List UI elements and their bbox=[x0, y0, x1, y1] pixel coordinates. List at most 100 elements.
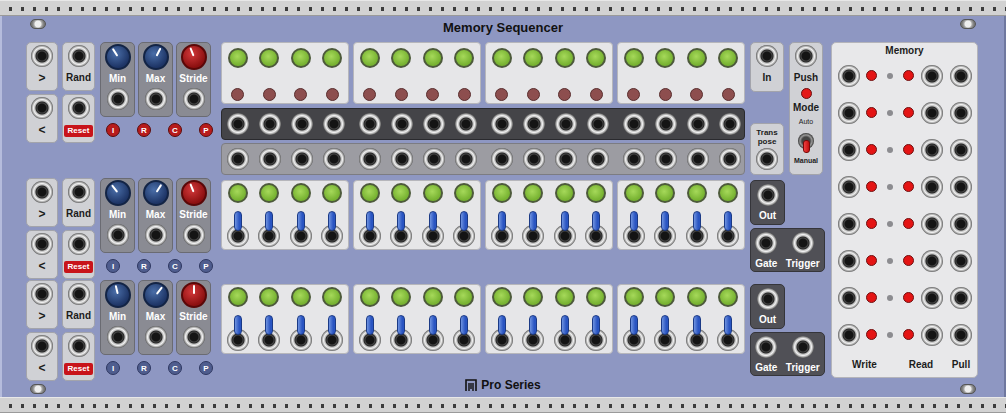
knob[interactable] bbox=[105, 180, 131, 206]
step-button[interactable] bbox=[718, 287, 738, 307]
step-jack[interactable] bbox=[423, 113, 445, 135]
step-jack[interactable] bbox=[491, 113, 513, 135]
read-jack[interactable] bbox=[921, 176, 943, 198]
step-button[interactable] bbox=[291, 287, 311, 307]
step-jack[interactable] bbox=[323, 148, 345, 170]
read-jack[interactable] bbox=[921, 250, 943, 272]
pull-jack[interactable] bbox=[950, 139, 972, 161]
step-button[interactable] bbox=[360, 48, 380, 68]
step-button[interactable] bbox=[555, 287, 575, 307]
pull-jack[interactable] bbox=[950, 213, 972, 235]
pull-jack[interactable] bbox=[950, 65, 972, 87]
step-switch[interactable] bbox=[389, 315, 413, 351]
cv-jack[interactable] bbox=[145, 88, 167, 110]
step-switch[interactable] bbox=[685, 211, 709, 247]
mode-indicator[interactable]: P bbox=[199, 361, 213, 375]
step-jack[interactable] bbox=[455, 113, 477, 135]
step-button[interactable] bbox=[687, 287, 707, 307]
step-button[interactable] bbox=[655, 183, 675, 203]
step-switch[interactable] bbox=[716, 211, 740, 247]
knob[interactable] bbox=[181, 44, 207, 70]
write-jack[interactable] bbox=[838, 102, 860, 124]
step-button[interactable] bbox=[391, 48, 411, 68]
reset-jack[interactable] bbox=[68, 335, 90, 357]
write-jack[interactable] bbox=[838, 213, 860, 235]
step-jack[interactable] bbox=[455, 148, 477, 170]
step-switch[interactable] bbox=[490, 315, 514, 351]
step-button[interactable] bbox=[718, 48, 738, 68]
step-switch[interactable] bbox=[622, 315, 646, 351]
cv-jack[interactable] bbox=[145, 326, 167, 348]
pull-jack[interactable] bbox=[950, 176, 972, 198]
step-button[interactable] bbox=[259, 287, 279, 307]
mode-indicator[interactable]: C bbox=[168, 123, 182, 137]
step-button[interactable] bbox=[454, 183, 474, 203]
step-jack[interactable] bbox=[555, 113, 577, 135]
step-switch[interactable] bbox=[289, 315, 313, 351]
step-button[interactable] bbox=[454, 287, 474, 307]
knob[interactable] bbox=[143, 180, 169, 206]
step-button[interactable] bbox=[228, 287, 248, 307]
knob[interactable] bbox=[181, 282, 207, 308]
push-jack[interactable] bbox=[795, 45, 817, 67]
step-switch[interactable] bbox=[452, 211, 476, 247]
step-button[interactable] bbox=[687, 48, 707, 68]
step-switch[interactable] bbox=[226, 211, 250, 247]
prev-jack[interactable] bbox=[31, 233, 53, 255]
pull-jack[interactable] bbox=[950, 250, 972, 272]
step-switch[interactable] bbox=[584, 211, 608, 247]
step-button[interactable] bbox=[555, 48, 575, 68]
step-jack[interactable] bbox=[655, 113, 677, 135]
reset-jack[interactable] bbox=[68, 233, 90, 255]
step-switch[interactable] bbox=[257, 315, 281, 351]
step-jack[interactable] bbox=[291, 148, 313, 170]
step-button[interactable] bbox=[492, 48, 512, 68]
write-jack[interactable] bbox=[838, 250, 860, 272]
gate-jack[interactable] bbox=[755, 336, 777, 358]
step-jack[interactable] bbox=[523, 113, 545, 135]
step-button[interactable] bbox=[492, 183, 512, 203]
step-jack[interactable] bbox=[687, 148, 709, 170]
step-button[interactable] bbox=[624, 48, 644, 68]
rand-jack[interactable] bbox=[68, 45, 90, 67]
step-button[interactable] bbox=[454, 48, 474, 68]
write-jack[interactable] bbox=[838, 324, 860, 346]
mode-indicator[interactable]: I bbox=[106, 361, 120, 375]
step-button[interactable] bbox=[360, 183, 380, 203]
step-switch[interactable] bbox=[320, 211, 344, 247]
mode-indicator[interactable]: R bbox=[137, 361, 151, 375]
step-button[interactable] bbox=[523, 48, 543, 68]
step-button[interactable] bbox=[687, 183, 707, 203]
step-switch[interactable] bbox=[653, 315, 677, 351]
step-button[interactable] bbox=[423, 183, 443, 203]
step-button[interactable] bbox=[423, 48, 443, 68]
step-switch[interactable] bbox=[521, 211, 545, 247]
cv-jack[interactable] bbox=[107, 326, 129, 348]
next-jack[interactable] bbox=[31, 283, 53, 305]
step-switch[interactable] bbox=[553, 211, 577, 247]
step-switch[interactable] bbox=[553, 315, 577, 351]
mode-indicator[interactable]: R bbox=[137, 123, 151, 137]
step-switch[interactable] bbox=[584, 315, 608, 351]
step-jack[interactable] bbox=[323, 113, 345, 135]
step-button[interactable] bbox=[523, 183, 543, 203]
mode-indicator[interactable]: R bbox=[137, 259, 151, 273]
step-switch[interactable] bbox=[358, 315, 382, 351]
step-jack[interactable] bbox=[491, 148, 513, 170]
next-jack[interactable] bbox=[31, 181, 53, 203]
read-jack[interactable] bbox=[921, 324, 943, 346]
step-jack[interactable] bbox=[655, 148, 677, 170]
prev-jack[interactable] bbox=[31, 97, 53, 119]
cv-jack[interactable] bbox=[183, 224, 205, 246]
knob[interactable] bbox=[105, 282, 131, 308]
step-jack[interactable] bbox=[587, 148, 609, 170]
read-jack[interactable] bbox=[921, 102, 943, 124]
step-button[interactable] bbox=[423, 287, 443, 307]
write-jack[interactable] bbox=[838, 139, 860, 161]
gate-jack[interactable] bbox=[755, 232, 777, 254]
mode-indicator[interactable]: C bbox=[168, 361, 182, 375]
step-switch[interactable] bbox=[226, 315, 250, 351]
step-switch[interactable] bbox=[257, 211, 281, 247]
step-switch[interactable] bbox=[289, 211, 313, 247]
step-jack[interactable] bbox=[719, 148, 741, 170]
